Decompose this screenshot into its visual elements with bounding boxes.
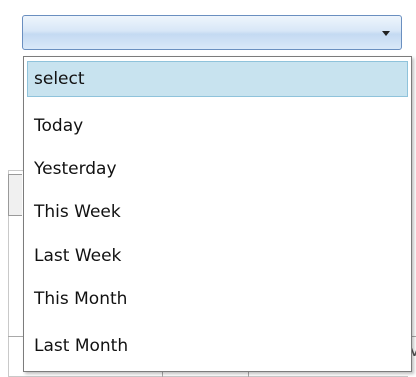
chevron-down-icon[interactable] (382, 31, 390, 36)
option-this-month[interactable]: This Month (27, 282, 408, 318)
background-tab[interactable] (8, 174, 22, 216)
option-yesterday[interactable]: Yesterday (27, 152, 408, 188)
option-select[interactable]: select (27, 61, 408, 97)
date-range-select[interactable] (22, 15, 402, 50)
option-this-week[interactable]: This Week (27, 195, 408, 231)
option-today[interactable]: Today (27, 109, 408, 145)
screen: V select Today Yesterday This Week Last … (0, 0, 416, 377)
option-last-week[interactable]: Last Week (27, 239, 408, 275)
option-last-month[interactable]: Last Month (27, 329, 408, 365)
select-dropdown-list: select Today Yesterday This Week Last We… (23, 56, 412, 372)
